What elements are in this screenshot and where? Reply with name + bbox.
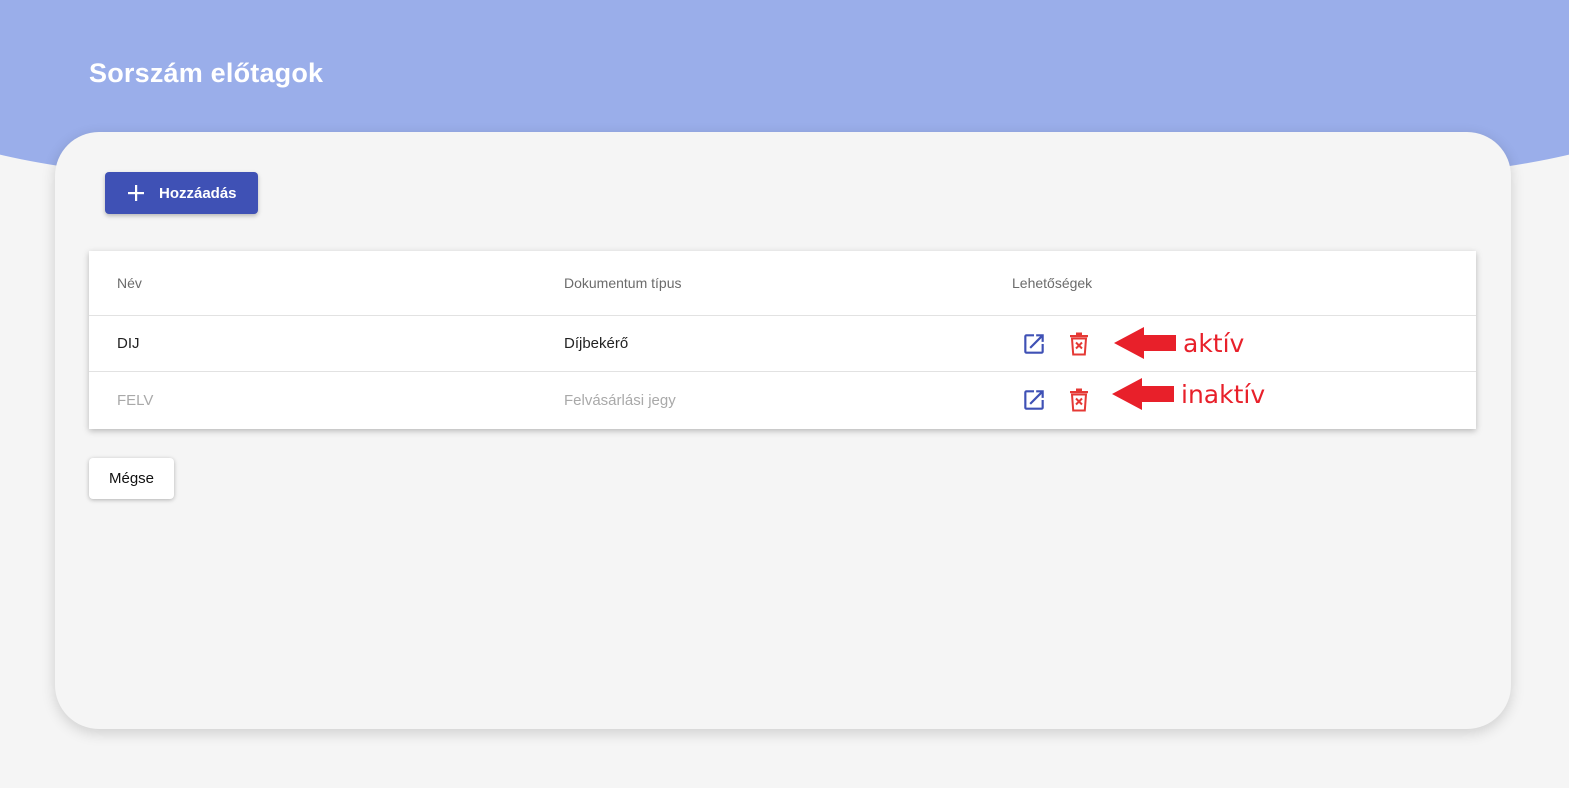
delete-button[interactable] xyxy=(1065,330,1093,358)
delete-button[interactable] xyxy=(1065,386,1093,414)
page-title: Sorszám előtagok xyxy=(89,58,324,88)
trash-x-icon xyxy=(1070,332,1088,355)
row-options xyxy=(1012,372,1093,428)
open-in-new-icon xyxy=(1024,390,1044,410)
row-name: FELV xyxy=(117,391,154,409)
open-in-new-icon xyxy=(1024,333,1044,354)
edit-button[interactable] xyxy=(1020,386,1048,414)
table-row: DIJ Díjbekérő xyxy=(89,316,1476,372)
prefix-table: Név Dokumentum típus Lehetőségek DIJ Díj… xyxy=(89,251,1476,429)
column-header-name: Név xyxy=(117,275,142,291)
row-options xyxy=(1012,316,1093,371)
table-header-row: Név Dokumentum típus Lehetőségek xyxy=(89,251,1476,316)
annotation-active: aktív xyxy=(1114,327,1244,359)
add-button[interactable]: Hozzáadás xyxy=(105,172,258,214)
annotation-inactive-label: inaktív xyxy=(1181,379,1266,409)
edit-button[interactable] xyxy=(1020,330,1048,358)
row-doc-type: Díjbekérő xyxy=(564,335,629,352)
annotation-inactive: inaktív xyxy=(1112,378,1265,410)
cancel-button[interactable]: Mégse xyxy=(89,458,174,499)
annotation-active-label: aktív xyxy=(1183,328,1245,358)
column-header-doc-type: Dokumentum típus xyxy=(564,275,682,291)
trash-x-icon xyxy=(1070,388,1088,412)
table-row: FELV Felvásárlási jegy xyxy=(89,372,1476,428)
plus-icon xyxy=(128,185,144,201)
row-doc-type: Felvásárlási jegy xyxy=(564,391,676,409)
row-name: DIJ xyxy=(117,335,140,352)
column-header-options: Lehetőségek xyxy=(1012,275,1093,291)
add-button-label: Hozzáadás xyxy=(159,184,237,202)
page: Sorszám előtagok Hozzáadás Név Dokumentu… xyxy=(0,0,1569,788)
arrow-left-icon xyxy=(1112,378,1174,410)
content-card: Hozzáadás Név Dokumentum típus Lehetőség… xyxy=(55,132,1511,729)
arrow-left-icon xyxy=(1114,327,1176,359)
